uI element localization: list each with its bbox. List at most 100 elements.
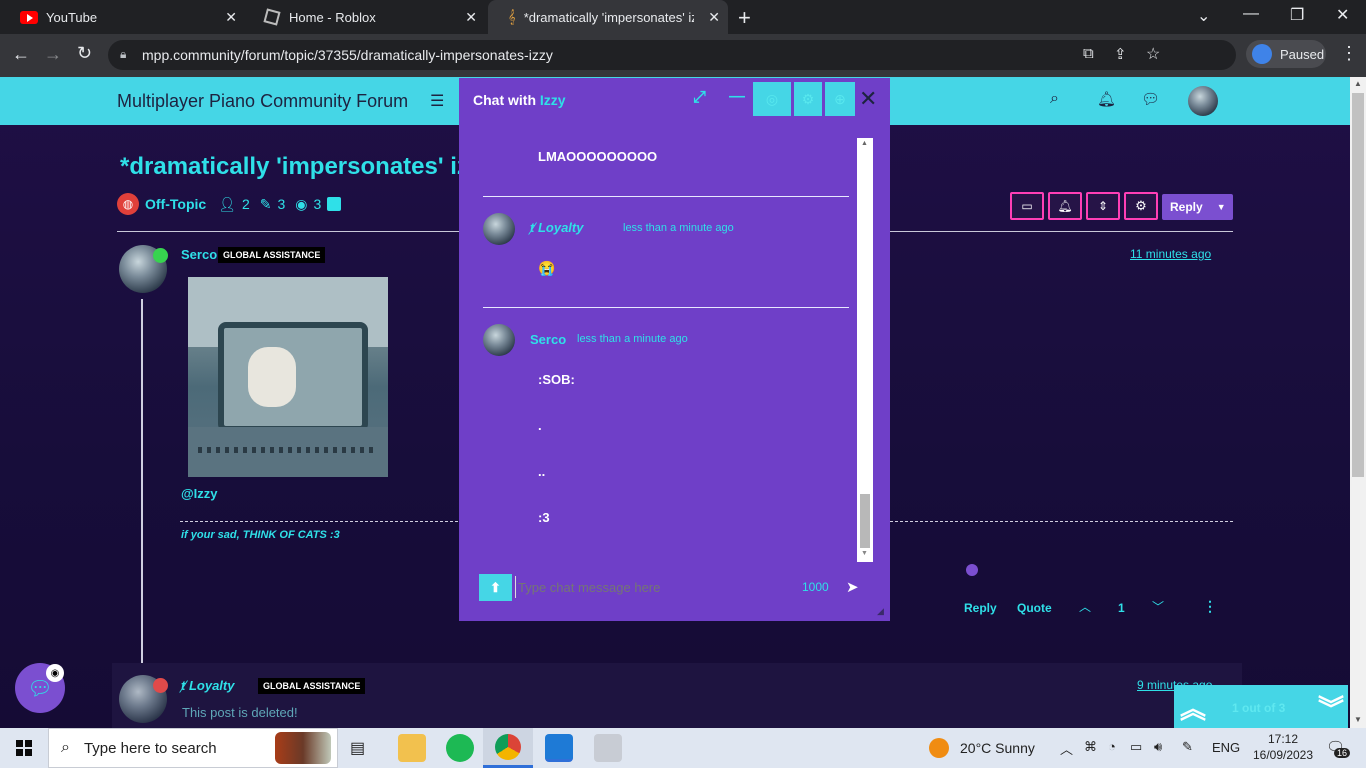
post-author-name[interactable]: ⱦ Loyalty	[181, 678, 234, 693]
address-bar[interactable]: 🔒︎ mpp.community/forum/topic/37355/drama…	[108, 40, 1236, 70]
post-image-dog-in-car[interactable]	[188, 277, 388, 477]
clock-date: 16/09/2023	[1252, 748, 1314, 762]
globe-icon: ◍	[117, 193, 139, 215]
search-icon[interactable]: ⌕	[1050, 90, 1059, 108]
user-mention[interactable]: @Izzy	[181, 486, 218, 501]
tab-search-icon[interactable]: ⌄	[1197, 6, 1210, 26]
post-quote-button[interactable]: Quote	[1017, 601, 1052, 615]
message-author[interactable]: ⱦ Loyalty	[530, 220, 583, 235]
chevron-up-icon[interactable]: ︿	[1060, 739, 1073, 758]
caret-down-icon[interactable]: ▼	[1217, 202, 1226, 212]
file-explorer-icon[interactable]	[398, 734, 426, 762]
user-avatar[interactable]	[1188, 86, 1218, 116]
reaction-icon[interactable]	[966, 564, 978, 576]
send-icon[interactable]: ➤	[846, 578, 859, 596]
url-text[interactable]: mpp.community/forum/topic/37355/dramatic…	[142, 47, 553, 63]
back-icon[interactable]: ←	[12, 44, 30, 65]
roblox-icon[interactable]	[594, 734, 622, 762]
network-icon[interactable]: ◔	[1108, 739, 1116, 754]
close-window-button[interactable]: ✕	[1336, 5, 1349, 25]
windows-start-icon[interactable]	[16, 740, 32, 756]
category-link[interactable]: Off-Topic	[145, 196, 206, 212]
scroll-up-arrow-icon[interactable]: ▲	[1354, 79, 1362, 88]
chat-scrollbar-thumb[interactable]	[860, 494, 870, 548]
battery-icon[interactable]: ▭	[1130, 739, 1142, 755]
scroll-down-arrow-icon[interactable]: ▼	[1354, 715, 1362, 724]
chat-bubble-icon[interactable]: 💬︎	[1141, 90, 1160, 108]
search-icon: ⌕	[61, 739, 70, 756]
roblox-studio-icon[interactable]	[545, 734, 573, 762]
weather-sun-icon[interactable]	[929, 738, 949, 758]
message-avatar[interactable]	[483, 324, 515, 356]
roblox-icon	[263, 8, 281, 26]
restore-window-button[interactable]: ❐	[1290, 5, 1304, 25]
reload-icon[interactable]: ↻	[77, 43, 92, 64]
chrome-taskbar-button[interactable]	[483, 728, 533, 768]
resize-handle-icon[interactable]: ◢	[877, 606, 884, 617]
minimize-window-button[interactable]: —	[1243, 5, 1259, 23]
inbox-button[interactable]: ▭	[1010, 192, 1044, 220]
bookmark-star-icon[interactable]: ☆	[1146, 44, 1160, 64]
post-author-name[interactable]: Serco	[181, 247, 217, 262]
chat-settings-button[interactable]: ⚙	[794, 82, 822, 116]
scroll-down-arrow-icon[interactable]: ▼	[861, 550, 868, 557]
upvote-icon[interactable]: ︿	[1079, 598, 1091, 615]
close-tab-icon[interactable]: ✕	[225, 9, 237, 26]
post-signature: if your sad, THINK OF CATS :3	[181, 529, 340, 541]
forward-icon[interactable]: →	[44, 44, 62, 65]
notifications-bell-icon[interactable]: 🔔︎	[1097, 90, 1116, 108]
add-user-button[interactable]: ⊕	[825, 82, 855, 116]
author-name-text: Loyalty	[188, 678, 235, 693]
chat-message-input[interactable]	[515, 576, 785, 598]
chat-partner-name[interactable]: Izzy	[540, 92, 566, 108]
topic-reply-button[interactable]: Reply ▼	[1162, 194, 1233, 220]
rss-icon[interactable]	[327, 197, 342, 211]
close-tab-icon[interactable]: ✕	[708, 9, 720, 26]
post-reply-button[interactable]: Reply	[964, 601, 997, 615]
call-button[interactable]: ◎	[753, 82, 791, 116]
chat-message-line: ..	[538, 464, 546, 479]
double-chevron-down-icon[interactable]: ︾	[1318, 689, 1344, 726]
watch-button[interactable]: 🔔︎	[1048, 192, 1082, 220]
scrollbar-thumb[interactable]	[1352, 93, 1364, 477]
list-icon[interactable]: ☰	[430, 91, 444, 111]
downvote-icon[interactable]: ﹀	[1152, 598, 1164, 615]
plus-icon: ⊕	[834, 90, 846, 107]
tab-forum[interactable]: 𝄞 *dramatically 'impersonates' izzy ✕	[488, 0, 728, 34]
close-tab-icon[interactable]: ✕	[465, 9, 477, 26]
pen-icon[interactable]: ✎	[1182, 739, 1193, 755]
chrome-icon	[495, 734, 521, 760]
open-in-app-icon[interactable]: ⧉	[1083, 45, 1094, 62]
page-scrollbar[interactable]: ▲ ▼	[1350, 77, 1366, 728]
tab-roblox[interactable]: Home - Roblox ✕	[245, 0, 485, 34]
expand-icon[interactable]: ⤢	[693, 89, 706, 107]
double-chevron-up-icon[interactable]: ︽	[1180, 689, 1206, 726]
volume-icon[interactable]: 🔊︎	[1154, 739, 1162, 755]
post-menu-icon[interactable]: ⋮	[1203, 598, 1217, 615]
language-indicator[interactable]: ENG	[1212, 740, 1240, 755]
message-author[interactable]: Serco	[530, 332, 566, 347]
tab-youtube[interactable]: YouTube ✕	[0, 0, 245, 34]
close-chat-icon[interactable]: ✕	[859, 86, 877, 112]
profile-paused-button[interactable]: Paused	[1246, 40, 1326, 68]
taskbar-search-box[interactable]: ⌕ Type here to search	[48, 728, 338, 768]
message-avatar[interactable]	[483, 213, 515, 245]
spotify-icon[interactable]	[446, 734, 474, 762]
new-tab-button[interactable]: +	[738, 5, 751, 31]
clock[interactable]: 17:12 16/09/2023	[1250, 731, 1316, 763]
site-title[interactable]: Multiplayer Piano Community Forum	[117, 91, 408, 112]
sort-button[interactable]: ⇕	[1086, 192, 1120, 220]
post-timestamp[interactable]: 11 minutes ago	[1130, 247, 1211, 261]
upload-button[interactable]: ⬆	[479, 574, 512, 601]
minimize-chat-icon[interactable]: —	[729, 88, 745, 106]
meet-now-icon[interactable]: ⌘	[1084, 739, 1097, 755]
menu-icon[interactable]: ⋮	[1340, 43, 1358, 64]
weather-text[interactable]: 20°C Sunny	[960, 740, 1035, 756]
topic-meta: ◍ Off-Topic 👤︎ 2 ✎ 3 ◉ 3	[117, 193, 342, 215]
settings-button[interactable]: ⚙	[1124, 192, 1158, 220]
chat-title: Chat with Izzy	[473, 92, 566, 108]
chat-scrollbar[interactable]: ▲ ▼	[857, 138, 873, 562]
task-view-icon[interactable]: ▤	[350, 738, 365, 758]
scroll-up-arrow-icon[interactable]: ▲	[861, 140, 868, 147]
share-icon[interactable]: ⇪	[1114, 45, 1127, 63]
